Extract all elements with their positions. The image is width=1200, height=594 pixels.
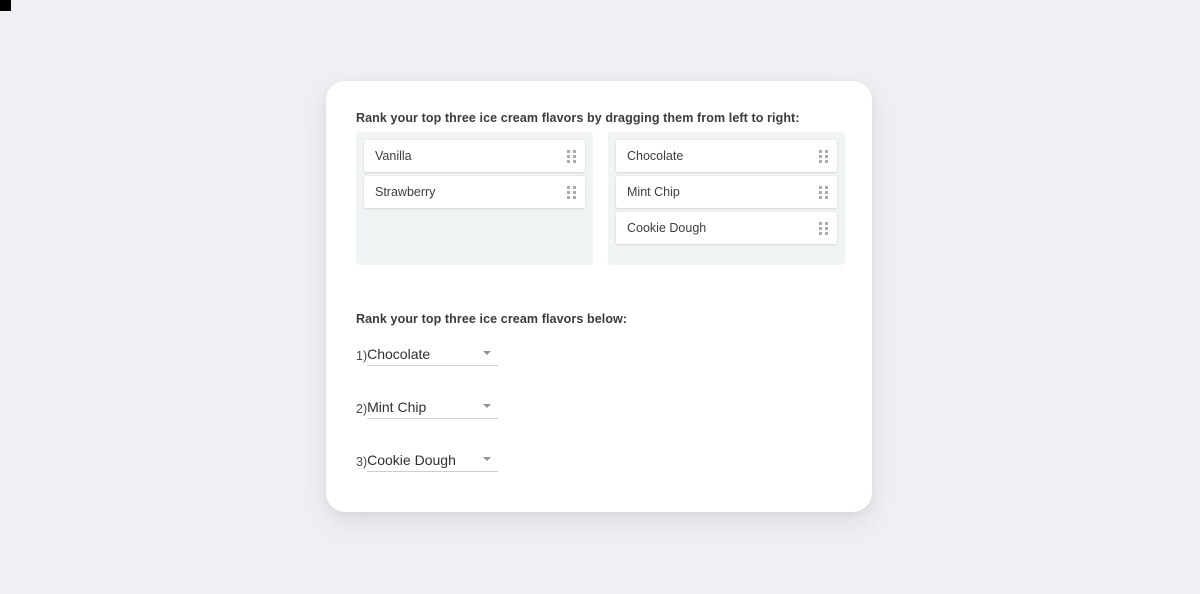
drop-zone-source-list[interactable]: Vanilla Strawberry <box>356 132 593 265</box>
drag-item-label: Strawberry <box>375 184 436 199</box>
drag-handle-icon[interactable] <box>819 149 828 163</box>
drag-item-cookie-dough[interactable]: Cookie Dough <box>616 212 837 244</box>
rank-row-1: 1) Chocolate <box>356 344 499 366</box>
drag-handle-icon[interactable] <box>567 185 576 199</box>
drag-handle-icon[interactable] <box>567 149 576 163</box>
drag-item-label: Vanilla <box>375 148 412 163</box>
rank-select-2[interactable]: Mint Chip <box>367 399 499 419</box>
drag-handle-icon[interactable] <box>819 185 828 199</box>
drag-item-label: Mint Chip <box>627 184 680 199</box>
drag-item-label: Cookie Dough <box>627 220 707 235</box>
chevron-down-icon <box>483 403 492 408</box>
chevron-down-icon <box>483 456 492 461</box>
drag-item-mint-chip[interactable]: Mint Chip <box>616 176 837 208</box>
rank-select-value: Cookie Dough <box>367 452 456 468</box>
rank-index-label: 1) <box>356 349 368 363</box>
rank-select-1[interactable]: Chocolate <box>367 346 499 366</box>
rank-row-2: 2) Mint Chip <box>356 397 499 419</box>
rank-select-value: Chocolate <box>367 346 431 362</box>
drag-item-label: Chocolate <box>627 148 684 163</box>
rank-select-value: Mint Chip <box>367 399 427 415</box>
drop-zone-ranked-list[interactable]: Chocolate Mint Chip Cookie Dough <box>608 132 845 265</box>
chevron-down-icon <box>483 350 492 355</box>
drag-item-chocolate[interactable]: Chocolate <box>616 140 837 172</box>
select-section-heading: Rank your top three ice cream flavors be… <box>356 312 628 326</box>
drag-and-drop-area: Vanilla Strawberry Chocolate Mint Chip C… <box>356 132 846 265</box>
drag-item-vanilla[interactable]: Vanilla <box>364 140 585 172</box>
corner-marker <box>0 0 11 11</box>
rank-index-label: 2) <box>356 402 368 416</box>
rank-select-3[interactable]: Cookie Dough <box>367 452 499 472</box>
rank-index-label: 3) <box>356 455 368 469</box>
drag-handle-icon[interactable] <box>819 221 828 235</box>
rank-row-3: 3) Cookie Dough <box>356 450 499 472</box>
survey-card: Rank your top three ice cream flavors by… <box>326 81 872 512</box>
drag-item-strawberry[interactable]: Strawberry <box>364 176 585 208</box>
drag-section-heading: Rank your top three ice cream flavors by… <box>356 111 800 125</box>
